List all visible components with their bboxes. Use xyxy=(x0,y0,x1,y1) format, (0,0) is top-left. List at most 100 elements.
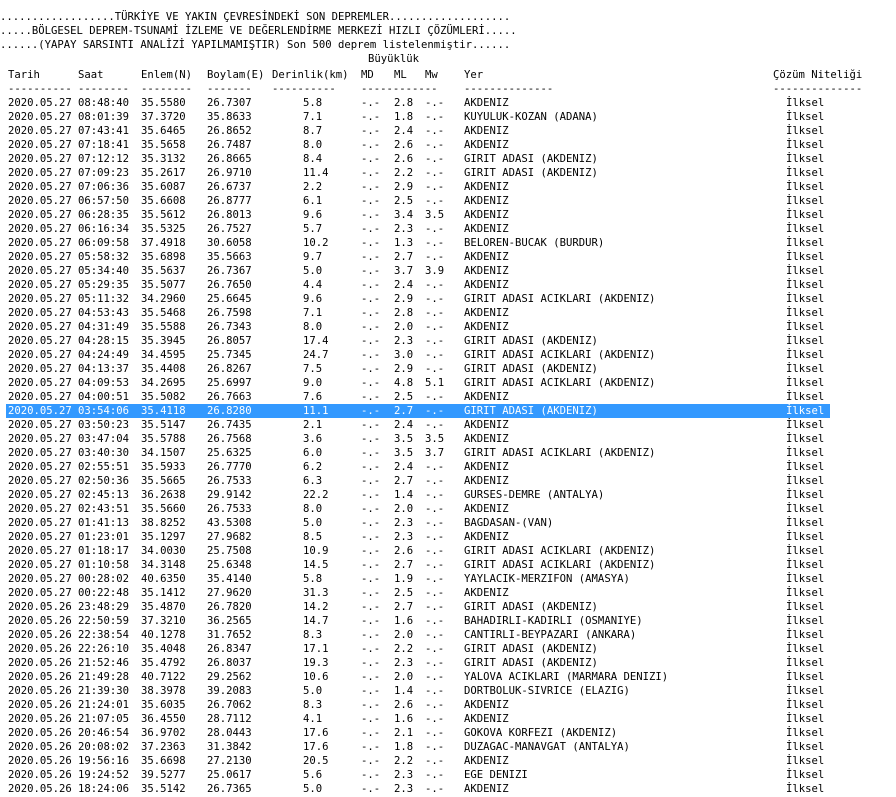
earthquake-row[interactable]: 2020.05.26 22:26:10 35.4048 26.8347 17.1 -.- 2… xyxy=(0,642,896,656)
row-mw: -.- xyxy=(425,111,445,123)
row-location: GURSES-DEMRE (ANTALYA) xyxy=(464,489,605,501)
row-date: 2020.05.27 xyxy=(8,223,72,235)
earthquake-row[interactable]: 2020.05.26 18:24:06 35.5142 26.7365 5.0 -.- 2.… xyxy=(0,782,896,796)
row-time: 23:48:29 xyxy=(78,601,130,613)
row-solution-quality: İlksel xyxy=(786,181,825,193)
earthquake-row[interactable]: 2020.05.27 03:47:04 35.5788 26.7568 3.6 -.- 3.… xyxy=(0,432,896,446)
row-longitude: 26.7820 xyxy=(207,601,252,613)
row-time: 21:49:28 xyxy=(78,671,130,683)
earthquake-row[interactable]: 2020.05.27 04:28:15 35.3945 26.8057 17.4 -.- 2… xyxy=(0,334,896,348)
row-latitude: 40.6350 xyxy=(141,573,186,585)
row-solution-quality: İlksel xyxy=(786,335,825,347)
row-time: 00:22:48 xyxy=(78,587,130,599)
earthquake-row[interactable]: 2020.05.26 23:48:29 35.4870 26.7820 14.2 -.- 2… xyxy=(0,600,896,614)
earthquake-row[interactable]: 2020.05.26 21:52:46 35.4792 26.8037 19.3 -.- 2… xyxy=(0,656,896,670)
row-location: AKDENIZ xyxy=(464,461,509,473)
earthquake-row[interactable]: 2020.05.26 22:38:54 40.1278 31.7652 8.3 -.- 2.… xyxy=(0,628,896,642)
earthquake-row[interactable]: 2020.05.27 01:23:01 35.1297 27.9682 8.5 -.- 2.… xyxy=(0,530,896,544)
earthquake-row[interactable]: 2020.05.26 21:39:30 38.3978 39.2083 5.0 -.- 1.… xyxy=(0,684,896,698)
row-longitude: 25.6325 xyxy=(207,447,252,459)
row-longitude: 26.8777 xyxy=(207,195,252,207)
row-mw: -.- xyxy=(425,601,445,613)
earthquake-row[interactable]: 2020.05.27 06:09:58 37.4918 30.6058 10.2 -.- 1… xyxy=(0,236,896,250)
row-md: -.- xyxy=(361,265,381,277)
earthquake-row[interactable]: 2020.05.27 05:11:32 34.2960 25.6645 9.6 -.- 2.… xyxy=(0,292,896,306)
earthquake-row[interactable]: 2020.05.27 07:43:41 35.6465 26.8652 8.7 -.- 2.… xyxy=(0,124,896,138)
earthquake-row[interactable]: 2020.05.27 07:09:23 35.2617 26.9710 11.4 -.- 2… xyxy=(0,166,896,180)
row-md: -.- xyxy=(361,699,381,711)
row-location: AKDENIZ xyxy=(464,279,509,291)
earthquake-row[interactable]: 2020.05.27 01:18:17 34.0030 25.7508 10.9 -.- 2… xyxy=(0,544,896,558)
earthquake-row[interactable]: 2020.05.27 07:12:12 35.3132 26.8665 8.4 -.- 2.… xyxy=(0,152,896,166)
earthquake-row[interactable]: 2020.05.27 05:34:40 35.5637 26.7367 5.0 -.- 3.… xyxy=(0,264,896,278)
row-ml: 2.6 xyxy=(394,139,414,151)
earthquake-row[interactable]: 2020.05.26 19:56:16 35.6698 27.2130 20.5 -.- 2… xyxy=(0,754,896,768)
earthquake-row[interactable]: 2020.05.26 21:24:01 35.6035 26.7062 8.3 -.- 2.… xyxy=(0,698,896,712)
earthquake-row[interactable]: 2020.05.27 03:54:06 35.4118 26.8280 11.1 -.- 2… xyxy=(6,404,830,418)
earthquake-row[interactable]: 2020.05.27 01:41:13 38.8252 43.5308 5.0 -.- 2.… xyxy=(0,516,896,530)
row-time: 22:26:10 xyxy=(78,643,130,655)
row-location: GIRIT ADASI (AKDENIZ) xyxy=(464,167,598,179)
row-md: -.- xyxy=(361,433,381,445)
earthquake-row[interactable]: 2020.05.27 03:40:30 34.1507 25.6325 6.0 -.- 3.… xyxy=(0,446,896,460)
row-latitude: 36.4550 xyxy=(141,713,186,725)
row-mw: -.- xyxy=(425,223,445,235)
earthquake-row[interactable]: 2020.05.27 08:01:39 37.3720 35.8633 7.1 -.- 1.… xyxy=(0,110,896,124)
row-depth: 8.0 xyxy=(303,139,323,151)
earthquake-row[interactable]: 2020.05.26 19:24:52 39.5277 25.0617 5.6 -.- 2.… xyxy=(0,768,896,782)
earthquake-row[interactable]: 2020.05.27 06:16:34 35.5325 26.7527 5.7 -.- 2.… xyxy=(0,222,896,236)
row-time: 04:09:53 xyxy=(78,377,130,389)
row-date: 2020.05.27 xyxy=(8,573,72,585)
row-md: -.- xyxy=(361,251,381,263)
row-solution-quality: İlksel xyxy=(786,573,825,585)
row-md: -.- xyxy=(361,713,381,725)
row-mw: -.- xyxy=(425,279,445,291)
row-solution-quality: İlksel xyxy=(786,405,825,417)
earthquake-row[interactable]: 2020.05.27 00:28:02 40.6350 35.4140 5.8 -.- 1.… xyxy=(0,572,896,586)
earthquake-row[interactable]: 2020.05.27 06:57:50 35.6608 26.8777 6.1 -.- 2.… xyxy=(0,194,896,208)
row-time: 21:52:46 xyxy=(78,657,130,669)
earthquake-row[interactable]: 2020.05.27 04:31:49 35.5588 26.7343 8.0 -.- 2.… xyxy=(0,320,896,334)
earthquake-row[interactable]: 2020.05.27 02:45:13 36.2638 29.9142 22.2 -.- 1… xyxy=(0,488,896,502)
row-latitude: 36.9702 xyxy=(141,727,186,739)
row-date: 2020.05.27 xyxy=(8,181,72,193)
earthquake-row[interactable]: 2020.05.26 22:50:59 37.3210 36.2565 14.7 -.- 1… xyxy=(0,614,896,628)
earthquake-row[interactable]: 2020.05.27 02:43:51 35.5660 26.7533 8.0 -.- 2.… xyxy=(0,502,896,516)
row-time: 06:28:35 xyxy=(78,209,130,221)
row-location: GIRIT ADASI ACIKLARI (AKDENIZ) xyxy=(464,293,656,305)
earthquake-row[interactable]: 2020.05.27 06:28:35 35.5612 26.8013 9.6 -.- 3.… xyxy=(0,208,896,222)
earthquake-row[interactable]: 2020.05.27 02:55:51 35.5933 26.7770 6.2 -.- 2.… xyxy=(0,460,896,474)
earthquake-row[interactable]: 2020.05.27 04:00:51 35.5082 26.7663 7.6 -.- 2.… xyxy=(0,390,896,404)
earthquake-row[interactable]: 2020.05.26 21:49:28 40.7122 29.2562 10.6 -.- 2… xyxy=(0,670,896,684)
row-latitude: 35.6087 xyxy=(141,181,186,193)
earthquake-row[interactable]: 2020.05.26 20:46:54 36.9702 28.0443 17.6 -.- 2… xyxy=(0,726,896,740)
row-date: 2020.05.27 xyxy=(8,167,72,179)
row-latitude: 39.5277 xyxy=(141,769,186,781)
row-time: 05:58:32 xyxy=(78,251,130,263)
earthquake-row[interactable]: 2020.05.27 07:06:36 35.6087 26.6737 2.2 -.- 2.… xyxy=(0,180,896,194)
row-depth: 7.6 xyxy=(303,391,323,403)
row-ml: 4.8 xyxy=(394,377,414,389)
earthquake-row[interactable]: 2020.05.27 03:50:23 35.5147 26.7435 2.1 -.- 2.… xyxy=(0,418,896,432)
earthquake-row[interactable]: 2020.05.27 04:13:37 35.4408 26.8267 7.5 -.- 2.… xyxy=(0,362,896,376)
earthquake-row[interactable]: 2020.05.27 01:10:58 34.3148 25.6348 14.5 -.- 2… xyxy=(0,558,896,572)
row-mw: -.- xyxy=(425,503,445,515)
earthquake-row[interactable]: 2020.05.26 21:07:05 36.4550 28.7112 4.1 -.- 1.… xyxy=(0,712,896,726)
earthquake-row[interactable]: 2020.05.27 02:50:36 35.5665 26.7533 6.3 -.- 2.… xyxy=(0,474,896,488)
row-longitude: 26.7307 xyxy=(207,97,252,109)
earthquake-row[interactable]: 2020.05.27 05:58:32 35.6898 35.5663 9.7 -.- 2.… xyxy=(0,250,896,264)
row-ml: 1.4 xyxy=(394,489,414,501)
row-longitude: 26.7533 xyxy=(207,475,252,487)
earthquake-row[interactable]: 2020.05.26 20:08:02 37.2363 31.3842 17.6 -.- 1… xyxy=(0,740,896,754)
row-md: -.- xyxy=(361,181,381,193)
earthquake-row[interactable]: 2020.05.27 04:09:53 34.2695 25.6997 9.0 -.- 4.… xyxy=(0,376,896,390)
row-latitude: 35.4118 xyxy=(141,405,186,417)
earthquake-row[interactable]: 2020.05.27 04:53:43 35.5468 26.7598 7.1 -.- 2.… xyxy=(0,306,896,320)
earthquake-row[interactable]: 2020.05.27 04:24:49 34.4595 25.7345 24.7 -.- 3… xyxy=(0,348,896,362)
row-ml: 2.5 xyxy=(394,195,414,207)
row-mw: -.- xyxy=(425,97,445,109)
earthquake-row[interactable]: 2020.05.27 00:22:48 35.1412 27.9620 31.3 -.- 2… xyxy=(0,586,896,600)
earthquake-row[interactable]: 2020.05.27 05:29:35 35.5077 26.7650 4.4 -.- 2.… xyxy=(0,278,896,292)
earthquake-row[interactable]: 2020.05.27 08:48:40 35.5580 26.7307 5.8 -.- 2.… xyxy=(0,96,896,110)
earthquake-row[interactable]: 2020.05.27 07:18:41 35.5658 26.7487 8.0 -.- 2.… xyxy=(0,138,896,152)
